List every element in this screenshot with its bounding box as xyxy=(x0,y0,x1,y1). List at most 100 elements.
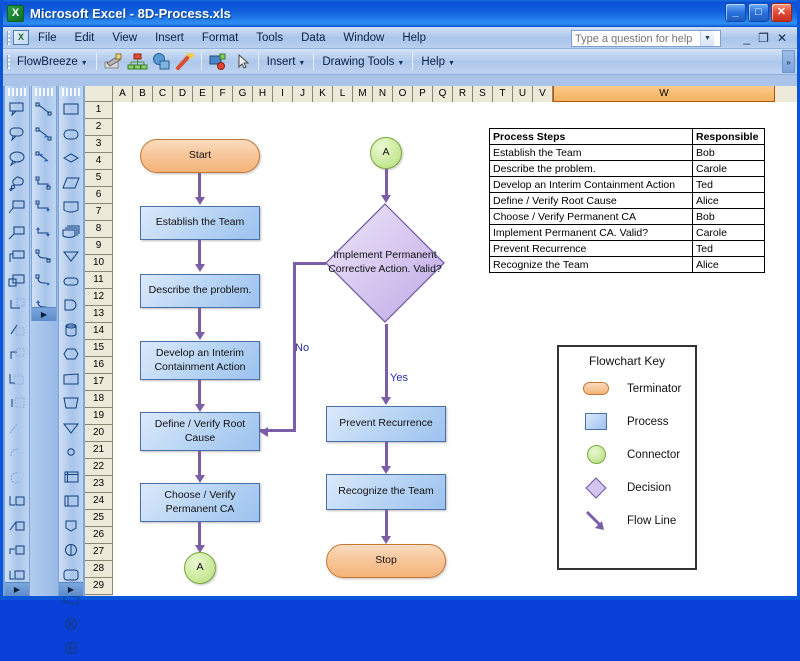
row-header-15[interactable]: 15 xyxy=(85,340,113,357)
workbook-minimize-button[interactable]: _ xyxy=(739,30,754,47)
callout-bar-1-icon[interactable] xyxy=(5,391,29,416)
flowchart-terminator-icon[interactable] xyxy=(59,122,83,147)
cloud-callout-icon[interactable] xyxy=(5,171,29,196)
flowchart-data-icon[interactable] xyxy=(59,171,83,196)
rect-callout-icon[interactable] xyxy=(5,97,29,122)
row-header-14[interactable]: 14 xyxy=(85,323,113,340)
close-button[interactable]: ✕ xyxy=(771,3,792,22)
palette-grip[interactable] xyxy=(35,88,53,96)
elbow-double-arrow-icon[interactable] xyxy=(32,220,56,245)
callout-bar-4-icon[interactable] xyxy=(5,465,29,490)
column-header-d[interactable]: D xyxy=(173,86,193,102)
select-all-corner[interactable] xyxy=(85,86,113,102)
column-header-r[interactable]: R xyxy=(453,86,473,102)
flow-node-decision[interactable]: Implement Permanent Corrective Action. V… xyxy=(324,202,446,324)
line-callout-2-icon[interactable] xyxy=(5,220,29,245)
connector-palette-more-button[interactable]: ▶ xyxy=(32,307,56,321)
row-header-3[interactable]: 3 xyxy=(85,136,113,153)
flowchart-manual-input-icon[interactable] xyxy=(59,391,83,416)
row-header-13[interactable]: 13 xyxy=(85,306,113,323)
workbook-close-button[interactable]: ✕ xyxy=(773,30,791,47)
ask-a-question-box[interactable]: ▼ xyxy=(571,30,721,47)
row-header-25[interactable]: 25 xyxy=(85,510,113,527)
help-button[interactable]: Help▼ xyxy=(417,56,459,68)
insert-button[interactable]: Insert▼ xyxy=(263,56,310,68)
flowchart-decision-icon[interactable] xyxy=(59,146,83,171)
row-header-19[interactable]: 19 xyxy=(85,408,113,425)
straight-double-arrow-icon[interactable] xyxy=(32,146,56,171)
row-header-9[interactable]: 9 xyxy=(85,238,113,255)
line-callout-3-icon[interactable] xyxy=(5,244,29,269)
row-header-12[interactable]: 12 xyxy=(85,289,113,306)
callout-accent-3-icon[interactable] xyxy=(5,342,29,367)
flow-node-describe-problem[interactable]: Describe the problem. xyxy=(140,274,260,308)
help-search-input[interactable] xyxy=(572,31,700,46)
flow-node-start[interactable]: Start xyxy=(140,139,260,173)
callout-palette-more-button[interactable]: ▶ xyxy=(5,582,29,596)
row-header-8[interactable]: 8 xyxy=(85,221,113,238)
column-header-i[interactable]: I xyxy=(273,86,293,102)
column-header-a[interactable]: A xyxy=(113,86,133,102)
row-header-7[interactable]: 7 xyxy=(85,204,113,221)
callout-box-3-icon[interactable] xyxy=(5,538,29,563)
palette-grip[interactable] xyxy=(62,88,80,96)
row-header-1[interactable]: 1 xyxy=(85,102,113,119)
menu-item-file[interactable]: File xyxy=(29,30,66,46)
row-header-21[interactable]: 21 xyxy=(85,442,113,459)
row-header-28[interactable]: 28 xyxy=(85,561,113,578)
flowchart-extract-icon[interactable] xyxy=(59,244,83,269)
curved-connector-icon[interactable] xyxy=(32,244,56,269)
column-header-o[interactable]: O xyxy=(393,86,413,102)
flow-node-stop[interactable]: Stop xyxy=(326,544,446,578)
toolbar-overflow-button[interactable]: » xyxy=(782,50,795,73)
column-header-v[interactable]: V xyxy=(533,86,553,102)
elbow-connector-icon[interactable] xyxy=(32,171,56,196)
flowchart-summing-junction-icon[interactable] xyxy=(59,612,83,637)
flowchart-preparation-icon[interactable] xyxy=(59,342,83,367)
row-header-20[interactable]: 20 xyxy=(85,425,113,442)
callout-bar-2-icon[interactable] xyxy=(5,416,29,441)
column-header-c[interactable]: C xyxy=(153,86,173,102)
row-header-11[interactable]: 11 xyxy=(85,272,113,289)
column-header-h[interactable]: H xyxy=(253,86,273,102)
shapes-icon[interactable] xyxy=(150,51,172,72)
flow-node-connector-a-bottom[interactable]: A xyxy=(184,552,216,584)
pointer-icon[interactable] xyxy=(231,51,253,72)
column-header-w[interactable]: W xyxy=(553,86,775,102)
wand-icon[interactable] xyxy=(174,51,196,72)
row-header-16[interactable]: 16 xyxy=(85,357,113,374)
line-callout-1-icon[interactable] xyxy=(5,195,29,220)
format-icon[interactable] xyxy=(207,51,229,72)
row-header-10[interactable]: 10 xyxy=(85,255,113,272)
column-header-t[interactable]: T xyxy=(493,86,513,102)
menu-item-view[interactable]: View xyxy=(103,30,146,46)
rounded-callout-icon[interactable] xyxy=(5,122,29,147)
menu-item-tools[interactable]: Tools xyxy=(247,30,292,46)
flow-node-root-cause[interactable]: Define / Verify Root Cause xyxy=(140,412,260,451)
column-header-b[interactable]: B xyxy=(133,86,153,102)
row-header-4[interactable]: 4 xyxy=(85,153,113,170)
column-header-q[interactable]: Q xyxy=(433,86,453,102)
menu-item-window[interactable]: Window xyxy=(334,30,393,46)
menu-item-edit[interactable]: Edit xyxy=(66,30,104,46)
row-header-5[interactable]: 5 xyxy=(85,170,113,187)
row-header-6[interactable]: 6 xyxy=(85,187,113,204)
flowchart-internal-storage-icon[interactable] xyxy=(59,465,83,490)
workbook-restore-button[interactable]: ❐ xyxy=(754,30,773,47)
row-header-17[interactable]: 17 xyxy=(85,374,113,391)
column-header-x[interactable]: X xyxy=(775,86,797,102)
flowchart-multidocument-icon[interactable] xyxy=(59,220,83,245)
column-header-l[interactable]: L xyxy=(333,86,353,102)
flowbreeze-menu[interactable]: FlowBreeze▼ xyxy=(13,56,92,68)
row-header-26[interactable]: 26 xyxy=(85,527,113,544)
menu-grip[interactable] xyxy=(7,31,10,45)
row-header-23[interactable]: 23 xyxy=(85,476,113,493)
column-header-e[interactable]: E xyxy=(193,86,213,102)
flowchart-delay-icon[interactable] xyxy=(59,269,83,294)
flowchart-merge-icon[interactable] xyxy=(59,416,83,441)
menu-item-insert[interactable]: Insert xyxy=(146,30,193,46)
elbow-arrow-connector-icon[interactable] xyxy=(32,195,56,220)
callout-box-1-icon[interactable] xyxy=(5,489,29,514)
drawing-tools-button[interactable]: Drawing Tools▼ xyxy=(318,56,408,68)
flowchart-palette-more-button[interactable]: ▶ xyxy=(59,582,83,596)
